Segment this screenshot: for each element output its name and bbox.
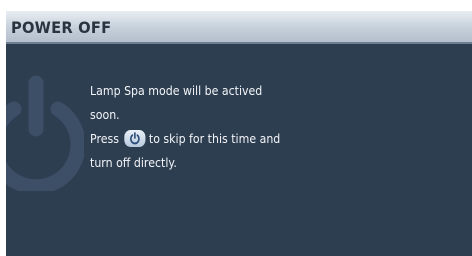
- message-line-2: soon.: [90, 107, 120, 122]
- message-skip-text: to skip for this time and: [148, 131, 281, 146]
- power-off-dialog: POWER OFF Lamp Spa mode will be actived …: [6, 11, 472, 256]
- message-line-4: turn off directly.: [90, 155, 177, 170]
- message-line-1: Lamp Spa mode will be actived: [90, 83, 263, 98]
- power-icon: [6, 75, 84, 191]
- message-line-3: Press to skip for this time and: [90, 127, 372, 151]
- dialog-title-bar: POWER OFF: [6, 11, 472, 44]
- dialog-title: POWER OFF: [11, 18, 112, 37]
- dialog-message: Lamp Spa mode will be actived soon. Pres…: [90, 79, 372, 175]
- power-button-icon: [124, 130, 146, 147]
- message-press-text: Press: [90, 131, 119, 146]
